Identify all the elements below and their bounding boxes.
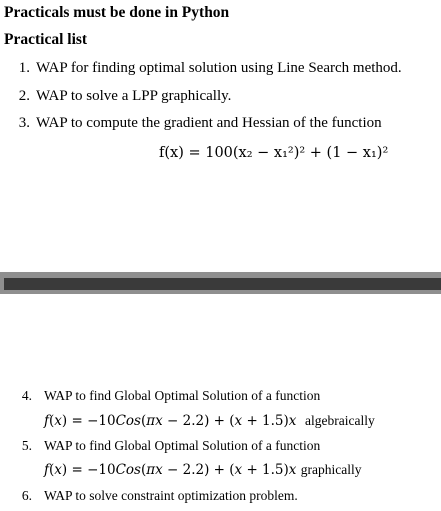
rosenbrock-equation: f(x) = 100(x₂ − x₁²)² + (1 − x₁)² — [159, 145, 389, 161]
list-item-text: WAP to find Global Optimal Solution of a… — [44, 388, 321, 403]
page-top: Practicals must be done in Python Practi… — [0, 0, 441, 272]
list-item-text: WAP to solve constraint optimization pro… — [44, 488, 298, 503]
page-divider-gap — [0, 294, 441, 300]
list-item-text: WAP to find Global Optimal Solution of a… — [44, 438, 321, 453]
list-item-number: 2. — [18, 88, 30, 104]
list-item-text: WAP for finding optimal solution using L… — [36, 60, 402, 76]
list-item-number: 4. — [21, 388, 32, 403]
list-item-number: 1. — [18, 60, 30, 76]
section-heading: Practical list — [4, 31, 88, 48]
method-label: graphically — [300, 462, 362, 477]
list-item-number: 3. — [18, 115, 30, 131]
page-divider-bar — [4, 278, 441, 290]
list-item-text: WAP to compute the gradient and Hessian … — [36, 115, 382, 131]
global-optimum-equation-algebraic: f(x) = −10Cos(πx − 2.2) + (x + 1.5)x alg… — [44, 413, 375, 429]
page-title: Practicals must be done in Python — [4, 4, 230, 21]
list-item-text: WAP to solve a LPP graphically. — [36, 88, 232, 104]
global-optimum-equation-graphical: f(x) = −10Cos(πx − 2.2) + (x + 1.5)x gra… — [44, 462, 362, 478]
list-item-number: 6. — [21, 488, 32, 503]
list-item-number: 5. — [21, 438, 32, 453]
method-label: algebraically — [305, 413, 375, 428]
